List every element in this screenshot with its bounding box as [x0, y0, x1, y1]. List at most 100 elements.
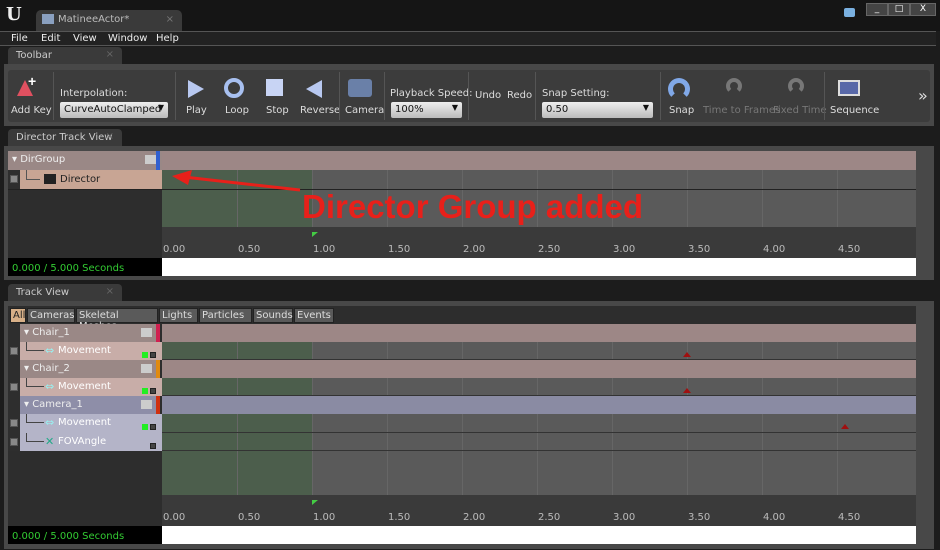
stop-icon — [266, 79, 283, 96]
camera-button[interactable]: Camera — [345, 105, 384, 116]
stop-button[interactable]: Stop — [266, 105, 289, 116]
track-checkbox[interactable] — [10, 419, 18, 427]
snap-button[interactable]: Snap — [669, 105, 694, 116]
tick-label: 0.50 — [238, 512, 261, 523]
keyframe-marker[interactable] — [683, 352, 691, 357]
filter-tab-cameras[interactable]: Cameras — [27, 308, 75, 323]
playback-speed-dropdown[interactable]: 100% ▼ — [391, 102, 462, 118]
track-enabled-indicator[interactable] — [142, 388, 148, 394]
unreal-logo: U — [6, 4, 22, 25]
director-scrollbar[interactable] — [162, 258, 916, 276]
track-toggle[interactable] — [150, 388, 156, 394]
close-tab-icon[interactable]: × — [166, 14, 174, 25]
track-enabled-indicator[interactable] — [142, 352, 148, 358]
director-track-view-tab[interactable]: Director Track View × — [8, 129, 122, 146]
tick-label: 1.50 — [388, 244, 411, 255]
close-button[interactable]: X — [910, 3, 936, 16]
filter-tab-lights[interactable]: Lights — [159, 308, 198, 323]
time-to-frames-button[interactable]: Time to Frames — [703, 105, 780, 116]
menu-window[interactable]: Window — [108, 33, 147, 44]
feedback-icon[interactable] — [844, 8, 855, 17]
folder-icon[interactable] — [145, 155, 156, 164]
track-checkbox[interactable] — [10, 347, 18, 355]
filter-tab-events[interactable]: Events — [294, 308, 334, 323]
group-spacer — [8, 396, 20, 414]
director-time-readout: 0.000 / 5.000 Seconds — [8, 258, 162, 276]
menu-view[interactable]: View — [73, 33, 97, 44]
track-scrollbar[interactable] — [162, 526, 916, 544]
keyframe-marker[interactable] — [840, 424, 849, 429]
tick-label: 2.00 — [463, 244, 486, 255]
sequence-icon — [838, 80, 860, 96]
reverse-icon — [306, 80, 322, 98]
loop-button[interactable]: Loop — [225, 105, 249, 116]
track-view-tab[interactable]: Track View × — [8, 284, 122, 301]
folder-icon[interactable] — [141, 364, 152, 373]
menu-file[interactable]: File — [11, 33, 28, 44]
track-toggle[interactable] — [150, 424, 156, 430]
filter-tab-skeletal-meshes[interactable]: Skeletal Meshes — [76, 308, 158, 332]
tick-label: 1.00 — [313, 244, 336, 255]
filter-tab-particles[interactable]: Particles — [199, 308, 252, 323]
more-options-button[interactable]: » — [918, 86, 928, 105]
snap-setting-dropdown[interactable]: 0.50 ▼ — [542, 102, 653, 118]
group-row[interactable]: ▾ Chair_2 — [20, 360, 156, 378]
menu-help[interactable]: Help — [156, 33, 179, 44]
track-checkbox[interactable] — [10, 438, 18, 446]
track-row[interactable]: ⇔ Movement — [20, 342, 162, 360]
interpolation-dropdown[interactable]: CurveAutoClamped ▼ — [60, 102, 168, 118]
track-checkbox-cell — [8, 378, 20, 396]
track-time-readout: 0.000 / 5.000 Seconds — [8, 526, 162, 544]
track-checkbox[interactable] — [10, 383, 18, 391]
track-row[interactable]: ⇔ Movement — [20, 414, 162, 433]
group-timeline-row — [162, 324, 916, 342]
annotation-arrow — [172, 170, 301, 192]
track-row[interactable]: ✕ FOVAngle — [20, 433, 162, 451]
tick-label: 3.50 — [688, 244, 711, 255]
fixed-time-button[interactable]: Fixed Time — [773, 105, 827, 116]
chevron-down-icon: ▼ — [451, 103, 458, 112]
tick-label: 0.00 — [163, 244, 186, 255]
tick-label: 0.50 — [238, 244, 261, 255]
group-color-bar — [156, 396, 160, 414]
folder-icon[interactable] — [141, 400, 152, 409]
director-track-row[interactable]: Director — [20, 170, 162, 189]
movement-icon: ⇔ — [45, 344, 55, 357]
track-checkbox-cell — [8, 342, 20, 360]
playhead-marker[interactable] — [312, 500, 318, 505]
dirgroup-row[interactable]: ▾ DirGroup — [8, 151, 162, 170]
plus-icon: + — [28, 73, 37, 89]
group-row[interactable]: ▾ Chair_1 — [20, 324, 156, 342]
play-button[interactable]: Play — [186, 105, 207, 116]
filter-tab-sounds[interactable]: Sounds — [253, 308, 293, 323]
track-toggle[interactable] — [150, 352, 156, 358]
filter-tab-all[interactable]: All — [10, 308, 26, 323]
sequence-button[interactable]: Sequence — [830, 105, 879, 116]
tick-label: 2.00 — [463, 512, 486, 523]
dirgroup-label: DirGroup — [20, 154, 66, 165]
redo-button[interactable]: Redo — [507, 90, 532, 101]
director-track-checkbox[interactable] — [10, 175, 18, 183]
minimize-button[interactable]: _ — [866, 3, 888, 16]
track-checkbox-cell — [8, 433, 20, 451]
playhead-marker[interactable] — [312, 232, 318, 237]
track-label: FOVAngle — [58, 436, 107, 447]
menu-edit[interactable]: Edit — [41, 33, 60, 44]
group-timeline-row — [162, 396, 916, 414]
track-enabled-indicator[interactable] — [142, 424, 148, 430]
track-row[interactable]: ⇔ Movement — [20, 378, 162, 396]
undo-button[interactable]: Undo — [475, 90, 501, 101]
track-label: Movement — [58, 345, 111, 356]
reverse-button[interactable]: Reverse — [300, 105, 340, 116]
document-tab[interactable]: MatineeActor* × — [36, 10, 182, 31]
maximize-button[interactable]: □ — [888, 3, 910, 16]
fov-icon: ✕ — [45, 435, 55, 448]
add-key-button[interactable]: Add Key — [11, 105, 52, 116]
track-toggle[interactable] — [150, 443, 156, 449]
track-label: Movement — [58, 417, 111, 428]
keyframe-marker[interactable] — [683, 388, 691, 393]
director-tab-label: Director Track View — [16, 132, 113, 143]
toolbar-panel-tab[interactable]: Toolbar × — [8, 47, 122, 64]
group-row[interactable]: ▾ Camera_1 — [20, 396, 156, 414]
folder-icon[interactable] — [141, 328, 152, 337]
